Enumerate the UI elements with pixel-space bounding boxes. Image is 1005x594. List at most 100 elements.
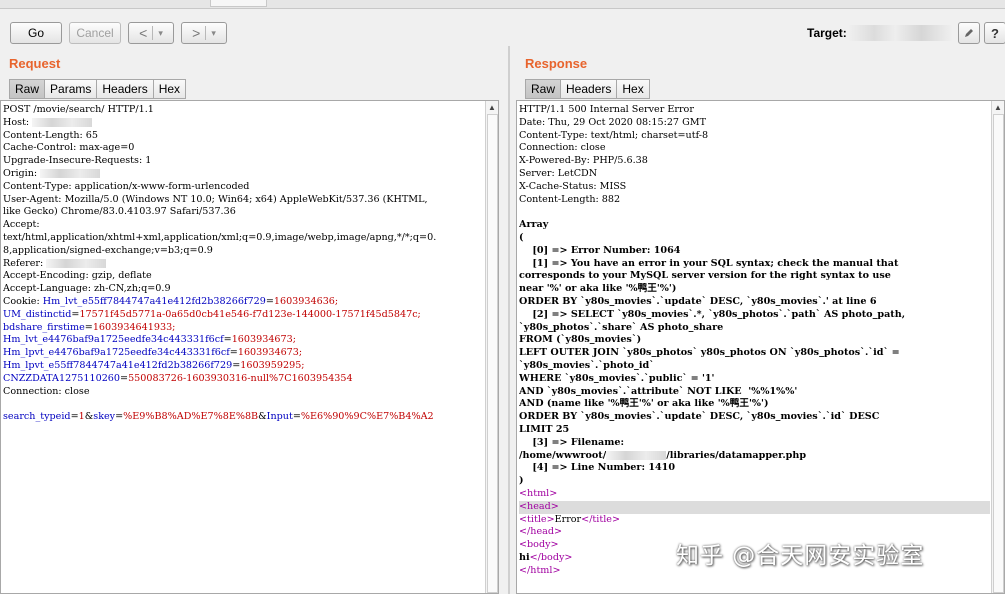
- response-tabs: Raw Headers Hex: [525, 79, 650, 99]
- response-line: [2] => SELECT `y80s_movies`.*, `y80s_pho…: [519, 309, 990, 322]
- response-text-segment: FROM (`y80s_movies`): [519, 334, 642, 346]
- response-line: <head>: [519, 500, 990, 514]
- response-text-segment: LEFT OUTER JOIN `y80s_photos` y80s_photo…: [519, 347, 900, 359]
- html-tag: </title>: [581, 513, 620, 525]
- response-text-segment: [0] => Error Number: 1064: [519, 244, 681, 256]
- tab-raw[interactable]: Raw: [9, 79, 45, 99]
- html-text: hi: [519, 551, 530, 563]
- response-text-segment: WHERE `y80s_movies`.`public` = '1': [519, 372, 715, 384]
- request-line: Cookie: Hm_lvt_e55ff7844747a41e412fd2b38…: [3, 296, 484, 309]
- response-text-segment: Server: LetCDN: [519, 167, 598, 179]
- response-text-segment: LIMIT 25: [519, 423, 570, 435]
- response-text-segment: X-Cache-Status: MISS: [519, 180, 627, 192]
- header-text: Upgrade-Insecure-Requests: 1: [3, 155, 152, 167]
- scroll-thumb[interactable]: [993, 114, 1004, 593]
- tab-hex[interactable]: Hex: [152, 79, 187, 99]
- param-value: 550083726-1603930316-null%7C1603954354: [128, 372, 353, 384]
- forward-button[interactable]: > ▾: [181, 22, 227, 44]
- response-text-segment: HTTP/1.1 500 Internal Server Error: [519, 104, 694, 115]
- response-line: `y80s_movies`.`photo_id`: [519, 360, 990, 373]
- request-line: Accept:: [3, 219, 484, 232]
- response-line: AND `y80s_movies`.`attribute` NOT LIKE '…: [519, 386, 990, 399]
- response-text-segment: AND `y80s_movies`.`attribute` NOT LIKE '…: [519, 385, 798, 397]
- response-line: <title>Error</title>: [519, 514, 990, 527]
- equals: =: [229, 347, 238, 359]
- response-text-segment: [4] => Line Number: 1410: [519, 462, 676, 474]
- request-line: bdshare_firstime=1603934641933;: [3, 322, 484, 335]
- toolbar: Go Cancel < ▾ > ▾ Target: ?: [0, 10, 1005, 50]
- html-tag: </head>: [519, 526, 563, 538]
- pencil-icon: [965, 29, 973, 37]
- response-line: ORDER BY `y80s_movies`.`update` DESC, `y…: [519, 411, 990, 424]
- response-line: Array: [519, 219, 990, 232]
- request-line: Hm_lpvt_e4476baf9a1725eedfe34c443331f6cf…: [3, 347, 484, 360]
- response-line: X-Powered-By: PHP/5.6.38: [519, 155, 990, 168]
- response-scrollbar[interactable]: ▲: [991, 101, 1004, 593]
- html-tag: <head>: [519, 500, 559, 512]
- scroll-thumb[interactable]: [487, 114, 498, 593]
- equals: =: [292, 411, 301, 423]
- header-text: Origin:: [3, 167, 41, 179]
- tab-headers[interactable]: Headers: [96, 79, 153, 99]
- response-text-segment: AND (name like '%鸭王'%' or aka like '%鸭王'…: [519, 398, 769, 410]
- tab-hex[interactable]: Hex: [616, 79, 650, 99]
- redacted-value: [32, 117, 93, 127]
- scroll-up-icon[interactable]: ▲: [992, 101, 1004, 113]
- request-line: Connection: close: [3, 386, 484, 399]
- header-text: Accept-Language: zh-CN,zh;q=0.9: [3, 283, 171, 295]
- back-button[interactable]: < ▾: [128, 22, 174, 44]
- response-line: LEFT OUTER JOIN `y80s_photos` y80s_photo…: [519, 347, 990, 360]
- tab-params[interactable]: Params: [44, 79, 97, 99]
- param-name: Hm_lvt_e4476baf9a1725eedfe34c443331f6cf: [3, 334, 224, 346]
- param-value: 1603934636;: [273, 295, 339, 307]
- edit-target-button[interactable]: [958, 22, 980, 44]
- equals: =: [223, 334, 232, 346]
- redacted-value: [46, 258, 107, 268]
- target-value-redacted: [848, 25, 953, 41]
- param-value: %E9%B8%AD%E7%8E%8B: [123, 411, 259, 423]
- equals: =: [120, 372, 129, 384]
- request-text[interactable]: POST /movie/search/ HTTP/1.1 Host: Conten…: [3, 104, 484, 424]
- response-editor[interactable]: HTTP/1.1 500 Internal Server Error Date: …: [516, 100, 1005, 594]
- response-line: Connection: close: [519, 142, 990, 155]
- request-line: search_typeid=1&skey=%E9%B8%AD%E7%8E%8B&…: [3, 411, 484, 424]
- request-line: Upgrade-Insecure-Requests: 1: [3, 155, 484, 168]
- param-name: UM_distinctid: [3, 308, 72, 320]
- request-line: User-Agent: Mozilla/5.0 (Windows NT 10.0…: [3, 194, 484, 207]
- response-line: ): [519, 475, 990, 488]
- request-line: UM_distinctid=17571f45d5771a-0a65d0cb41e…: [3, 309, 484, 322]
- response-text[interactable]: HTTP/1.1 500 Internal Server Error Date: …: [519, 104, 990, 577]
- tab-headers[interactable]: Headers: [560, 79, 617, 99]
- scroll-up-icon[interactable]: ▲: [486, 101, 498, 113]
- param-name: Input: [266, 411, 293, 423]
- response-text-segment: ): [519, 475, 524, 487]
- response-text-segment: Array: [519, 219, 549, 231]
- param-name: Hm_lpvt_e4476baf9a1725eedfe34c443331f6cf: [3, 347, 230, 359]
- request-scrollbar[interactable]: ▲: [485, 101, 498, 593]
- request-line: Content-Length: 65: [3, 130, 484, 143]
- request-line: text/html,application/xhtml+xml,applicat…: [3, 232, 484, 245]
- request-line: Accept-Encoding: gzip, deflate: [3, 270, 484, 283]
- split-divider[interactable]: [504, 46, 514, 594]
- target-label: Target:: [807, 26, 847, 40]
- request-line: Cache-Control: max-age=0: [3, 142, 484, 155]
- response-line: X-Cache-Status: MISS: [519, 181, 990, 194]
- help-button[interactable]: ?: [984, 22, 1005, 44]
- cancel-button[interactable]: Cancel: [69, 22, 121, 44]
- chevron-down-icon: ▾: [158, 27, 163, 38]
- header-text: Content-Type: application/x-www-form-url…: [3, 180, 250, 192]
- response-line: ORDER BY `y80s_movies`.`update` DESC, `y…: [519, 296, 990, 309]
- active-tab-indicator[interactable]: [210, 0, 267, 7]
- response-line: [519, 206, 990, 219]
- response-line: FROM (`y80s_movies`): [519, 334, 990, 347]
- param-name: Hm_lvt_e55ff7844747a41e412fd2b38266f729: [42, 295, 266, 307]
- response-text-segment: /libraries/datamapper.php: [666, 449, 807, 461]
- request-editor[interactable]: POST /movie/search/ HTTP/1.1 Host: Conten…: [0, 100, 499, 594]
- request-tabs: Raw Params Headers Hex: [9, 79, 187, 99]
- html-text: Error: [554, 513, 582, 525]
- response-line: [4] => Line Number: 1410: [519, 462, 990, 475]
- response-line: Content-Length: 882: [519, 194, 990, 207]
- go-button[interactable]: Go: [10, 22, 62, 44]
- tab-raw[interactable]: Raw: [525, 79, 561, 99]
- response-text-segment: ORDER BY `y80s_movies`.`update` DESC, `y…: [519, 411, 880, 423]
